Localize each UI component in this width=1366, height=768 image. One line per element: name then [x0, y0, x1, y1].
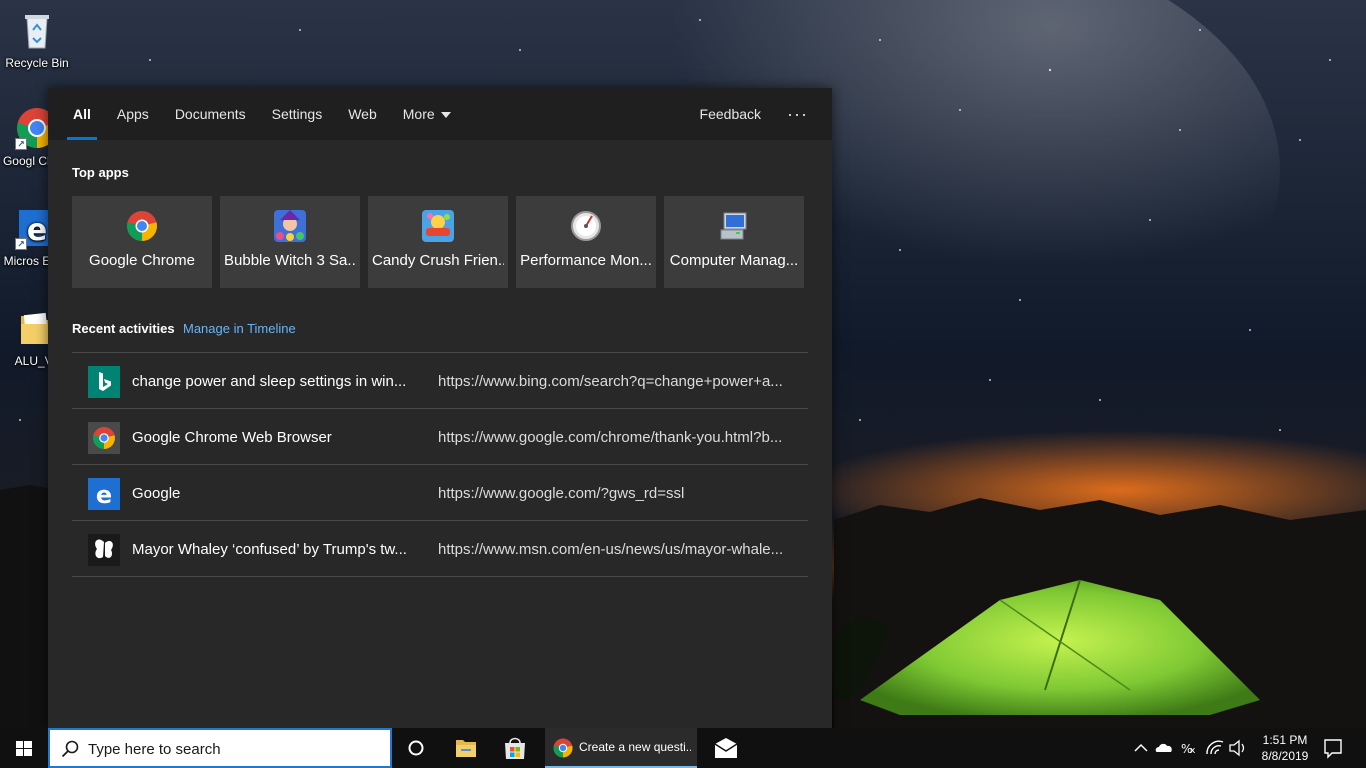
- recent-item[interactable]: e Google https://www.google.com/?gws_rd=…: [72, 465, 808, 521]
- show-hidden-icons-button[interactable]: [1130, 728, 1152, 768]
- candy-crush-icon: [422, 210, 454, 242]
- taskbar-search-box[interactable]: Type here to search: [48, 728, 392, 768]
- input-method-button[interactable]: % x: [1178, 728, 1202, 768]
- tab-label: Apps: [116, 106, 149, 122]
- shortcut-arrow-icon: ↗: [15, 138, 27, 150]
- tab-label: All: [73, 106, 91, 122]
- more-options-button[interactable]: ···: [781, 91, 832, 137]
- edge-icon: e: [88, 478, 120, 510]
- manage-in-timeline-link[interactable]: Manage in Timeline: [183, 321, 296, 336]
- app-name: Computer Manag...: [669, 252, 799, 269]
- tab-label: Documents: [174, 106, 246, 122]
- recycle-bin-icon: [15, 8, 59, 52]
- network-button[interactable]: [1203, 728, 1227, 768]
- tab-more[interactable]: More: [390, 88, 464, 140]
- tab-label: Settings: [271, 106, 323, 122]
- desktop-icon-recycle-bin[interactable]: Recycle Bin: [0, 8, 74, 71]
- mail-button[interactable]: [702, 728, 750, 768]
- search-placeholder: Type here to search: [88, 741, 221, 758]
- clock-time: 1:51 PM: [1262, 733, 1308, 747]
- tab-label: More: [402, 106, 435, 122]
- performance-monitor-icon: [571, 211, 601, 241]
- recent-item-title: change power and sleep settings in win..…: [132, 373, 407, 390]
- recent-item-url: https://www.google.com/chrome/thank-you.…: [438, 429, 783, 446]
- recent-item-url: https://www.msn.com/en-us/news/us/mayor-…: [438, 541, 784, 558]
- top-app-bubble-witch[interactable]: Bubble Witch 3 Sa...: [220, 196, 360, 288]
- store-icon: [505, 737, 525, 759]
- app-name: Bubble Witch 3 Sa...: [224, 252, 356, 269]
- tab-apps[interactable]: Apps: [104, 88, 162, 140]
- top-app-computer-management[interactable]: Computer Manag...: [664, 196, 804, 288]
- top-app-candy-crush[interactable]: Candy Crush Frien...: [368, 196, 508, 288]
- cortana-circle-icon: [408, 740, 424, 756]
- bing-icon: [88, 366, 120, 398]
- onedrive-icon: [1155, 743, 1172, 752]
- app-name: Performance Mon...: [520, 252, 652, 269]
- svg-text:x: x: [1190, 746, 1196, 756]
- start-button[interactable]: [0, 728, 48, 768]
- taskbar-chrome-window[interactable]: Create a new questi...: [545, 728, 697, 768]
- file-explorer-button[interactable]: [442, 728, 490, 768]
- taskbar: Type here to search Create a new questi.…: [0, 728, 1366, 768]
- shortcut-arrow-icon: ↗: [15, 238, 27, 250]
- recent-item-url: https://www.bing.com/search?q=change+pow…: [438, 373, 783, 390]
- tab-web[interactable]: Web: [335, 88, 390, 140]
- msn-butterfly-icon: [88, 534, 120, 566]
- action-center-icon: [1324, 739, 1342, 759]
- recent-item-title: Mayor Whaley ‘confused’ by Trump's tw...: [132, 541, 407, 558]
- app-name: Google Chrome: [89, 252, 195, 269]
- computer-management-icon: [720, 212, 747, 240]
- recent-item[interactable]: change power and sleep settings in win..…: [72, 353, 808, 409]
- search-icon: [61, 740, 79, 758]
- top-apps-heading: Top apps: [72, 165, 129, 180]
- top-app-performance-monitor[interactable]: Performance Mon...: [516, 196, 656, 288]
- chrome-icon: [88, 422, 120, 454]
- clock-date: 8/8/2019: [1261, 749, 1309, 763]
- windows-logo-icon: [16, 741, 32, 756]
- tab-settings[interactable]: Settings: [259, 88, 336, 140]
- app-name: Candy Crush Frien...: [372, 252, 504, 269]
- caret-down-icon: [440, 112, 451, 119]
- ime-icon: % x: [1181, 742, 1196, 756]
- mail-icon: [714, 738, 738, 758]
- recent-item[interactable]: Google Chrome Web Browser https://www.go…: [72, 409, 808, 465]
- svg-text:e: e: [96, 481, 112, 509]
- taskbar-clock[interactable]: 1:51 PM 8/8/2019: [1252, 732, 1318, 764]
- recent-item-title: Google Chrome Web Browser: [132, 429, 332, 446]
- recent-item-title: Google: [132, 485, 181, 502]
- volume-button[interactable]: [1227, 728, 1249, 768]
- recent-activities-heading: Recent activities: [72, 321, 175, 336]
- network-icon: [1206, 740, 1224, 755]
- search-flyout: All Apps Documents Settings Web More Fee…: [48, 88, 832, 728]
- top-app-google-chrome[interactable]: Google Chrome: [72, 196, 212, 288]
- tab-all[interactable]: All: [60, 88, 104, 140]
- recent-item[interactable]: Mayor Whaley ‘confused’ by Trump's tw...…: [72, 521, 808, 577]
- recent-activities-list: change power and sleep settings in win..…: [72, 352, 808, 577]
- chrome-icon: [127, 211, 157, 241]
- chevron-up-icon: [1134, 743, 1148, 752]
- tab-label: Web: [348, 106, 377, 122]
- action-center-button[interactable]: [1318, 728, 1348, 768]
- feedback-button[interactable]: Feedback: [680, 88, 781, 140]
- top-apps-row: Google Chrome Bubble Witch 3 Sa... Candy…: [72, 196, 804, 288]
- chrome-icon: [553, 738, 573, 758]
- svg-text:e: e: [27, 213, 47, 248]
- bubble-witch-icon: [274, 210, 306, 242]
- cortana-button[interactable]: [392, 728, 440, 768]
- file-explorer-icon: [456, 740, 476, 757]
- recent-item-url: https://www.google.com/?gws_rd=ssl: [438, 485, 685, 502]
- search-scope-tabs: All Apps Documents Settings Web More Fee…: [48, 88, 832, 140]
- desktop-icon-label: Recycle Bin: [5, 56, 69, 70]
- tab-documents[interactable]: Documents: [162, 88, 259, 140]
- microsoft-store-button[interactable]: [491, 728, 539, 768]
- volume-icon: [1229, 739, 1245, 757]
- onedrive-button[interactable]: [1153, 728, 1177, 768]
- taskbar-window-title: Create a new questi...: [579, 740, 691, 754]
